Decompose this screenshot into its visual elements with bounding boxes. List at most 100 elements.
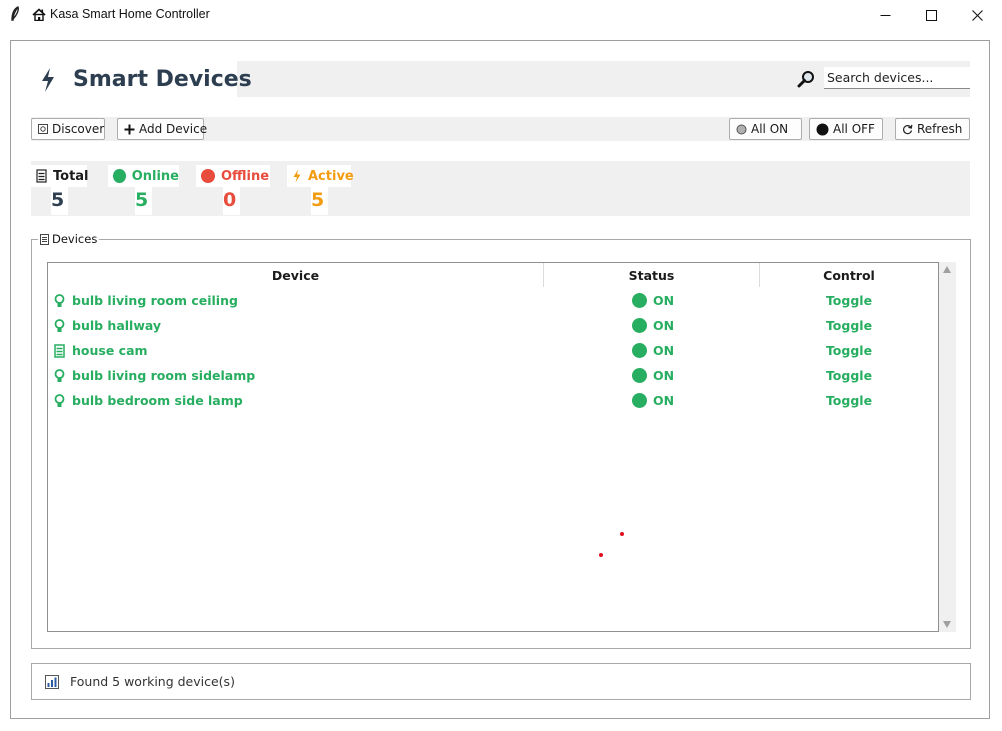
device-cell: bulb hallway (54, 313, 161, 338)
stat-active-text: Active (308, 168, 354, 184)
stat-active-value: 5 (311, 185, 328, 215)
device-name: house cam (72, 343, 148, 358)
device-cell: bulb living room ceiling (54, 288, 238, 313)
device-name: bulb bedroom side lamp (72, 393, 243, 408)
devices-group-legend: Devices (38, 232, 100, 246)
lightning-bolt-icon (39, 67, 57, 93)
toggle-button[interactable]: Toggle (760, 288, 938, 313)
bulb-icon (54, 293, 65, 308)
scroll-down-arrow-icon[interactable] (943, 621, 951, 628)
discover-label: Discover (52, 122, 105, 136)
discover-icon (38, 124, 48, 134)
status-bar: Found 5 working device(s) (31, 663, 971, 700)
stat-total-value: 5 (51, 185, 68, 215)
table-row[interactable]: bulb hallway ON Toggle (48, 313, 938, 338)
status-text: ON (653, 343, 675, 358)
add-device-label: Add Device (139, 122, 208, 136)
green-circle-icon (632, 393, 647, 408)
stat-online-value: 5 (135, 185, 152, 215)
stat-offline-label: Offline (196, 165, 270, 187)
refresh-icon (902, 124, 913, 135)
refresh-button[interactable]: Refresh (895, 118, 970, 140)
stat-total-text: Total (53, 168, 89, 184)
table-row[interactable]: bulb living room ceiling ON Toggle (48, 288, 938, 313)
device-cell: bulb living room sidelamp (54, 363, 255, 388)
red-dot-artifact (599, 553, 603, 557)
camera-icon (54, 343, 65, 358)
status-text: ON (653, 368, 675, 383)
white-circle-icon (736, 124, 747, 135)
status-text: ON (653, 318, 675, 333)
close-button[interactable] (954, 0, 1000, 30)
all-off-label: All OFF (833, 122, 875, 136)
green-circle-icon (632, 343, 647, 358)
window-titlebar: Kasa Smart Home Controller (0, 0, 1002, 30)
status-cell: ON (632, 313, 674, 338)
green-circle-icon (632, 368, 647, 383)
feather-icon (10, 6, 20, 25)
table-row[interactable]: bulb bedroom side lamp ON Toggle (48, 388, 938, 413)
black-circle-icon (816, 123, 829, 136)
stat-offline-value: 0 (223, 185, 240, 215)
toolbar: Discover Add Device All ON All OFF Refre… (31, 117, 970, 141)
window-title: Kasa Smart Home Controller (32, 7, 210, 21)
stat-online-label: Online (108, 165, 179, 187)
red-circle-icon (201, 169, 215, 183)
column-header-control[interactable]: Control (760, 263, 938, 287)
device-cell: house cam (54, 338, 148, 363)
toggle-button[interactable]: Toggle (760, 363, 938, 388)
device-stack-icon (36, 169, 47, 183)
status-text: ON (653, 293, 675, 308)
vertical-scrollbar[interactable] (939, 262, 956, 632)
stat-active-label: Active (287, 165, 354, 187)
minimize-button[interactable] (862, 0, 908, 30)
all-on-button[interactable]: All ON (729, 118, 802, 140)
column-header-status[interactable]: Status (544, 263, 760, 287)
devices-table[interactable]: Device Status Control bulb living room c… (47, 262, 939, 632)
devices-group-title: Devices (52, 232, 98, 246)
red-dot-artifact (620, 532, 624, 536)
toggle-button[interactable]: Toggle (760, 338, 938, 363)
toggle-button[interactable]: Toggle (760, 388, 938, 413)
stats-panel: Total 5 Online 5 Offline 0 Active 5 (31, 161, 970, 216)
magnifier-icon (797, 70, 815, 88)
scroll-up-arrow-icon[interactable] (943, 266, 951, 273)
toggle-button[interactable]: Toggle (760, 313, 938, 338)
status-cell: ON (632, 288, 674, 313)
search-input[interactable] (824, 67, 970, 89)
lightning-bolt-icon (292, 169, 302, 183)
bulb-icon (54, 368, 65, 383)
all-on-label: All ON (751, 122, 789, 136)
window-title-text: Kasa Smart Home Controller (50, 7, 210, 21)
column-header-device[interactable]: Device (48, 263, 544, 287)
device-list-icon (40, 233, 49, 245)
table-row[interactable]: bulb living room sidelamp ON Toggle (48, 363, 938, 388)
page-title: Smart Devices (73, 67, 252, 92)
status-cell: ON (632, 338, 674, 363)
table-row[interactable]: house cam ON Toggle (48, 338, 938, 363)
status-text: Found 5 working device(s) (70, 674, 235, 689)
stat-online-text: Online (131, 168, 179, 184)
bulb-icon (54, 393, 65, 408)
device-name: bulb living room ceiling (72, 293, 238, 308)
green-circle-icon (113, 169, 126, 183)
refresh-label: Refresh (917, 122, 963, 136)
device-name: bulb hallway (72, 318, 162, 333)
add-device-button[interactable]: Add Device (117, 118, 208, 140)
stat-offline-text: Offline (221, 168, 270, 184)
all-off-button[interactable]: All OFF (809, 118, 883, 140)
device-name: bulb living room sidelamp (72, 368, 256, 383)
discover-button[interactable]: Discover (31, 118, 105, 140)
stat-total-label: Total (31, 165, 89, 187)
main-frame: Smart Devices Discover Add Device All ON (10, 40, 990, 719)
bar-chart-icon (45, 675, 59, 689)
green-circle-icon (632, 318, 647, 333)
maximize-button[interactable] (908, 0, 954, 30)
devices-group: Devices Device Status Control bulb livin… (31, 232, 971, 649)
status-text: ON (653, 393, 675, 408)
status-cell: ON (632, 363, 674, 388)
device-cell: bulb bedroom side lamp (54, 388, 243, 413)
plus-icon (124, 124, 135, 135)
house-icon (32, 7, 46, 21)
bulb-icon (54, 318, 65, 333)
